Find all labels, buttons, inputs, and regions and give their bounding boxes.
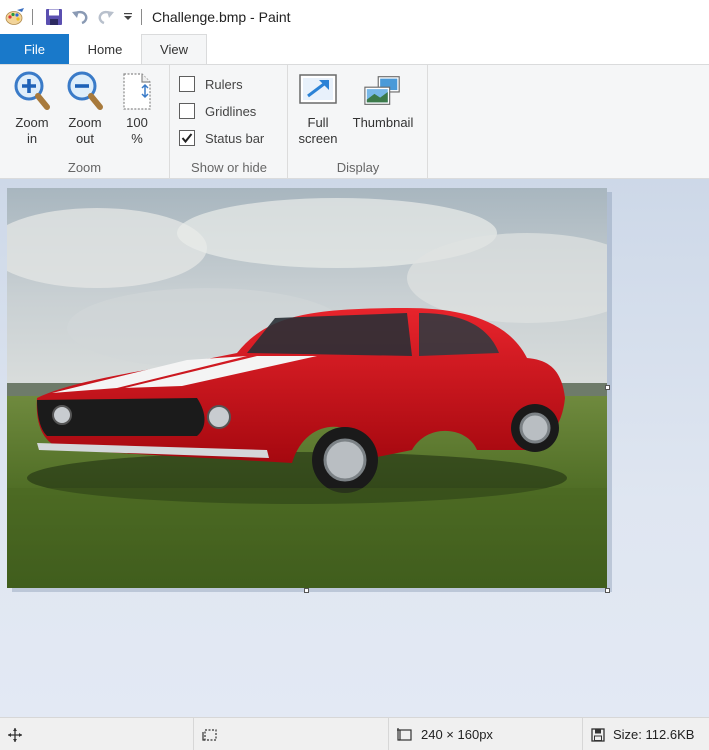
- image-size-icon: [397, 727, 413, 742]
- zoom-group-label: Zoom: [67, 160, 102, 175]
- disk-icon: [591, 727, 605, 742]
- canvas-workspace[interactable]: [0, 179, 709, 717]
- status-bar-label: Status bar: [205, 130, 265, 146]
- status-bar-checkbox[interactable]: Status bar: [179, 130, 264, 146]
- display-group-label: Display: [336, 160, 380, 175]
- thumbnail-label: Thumbnail: [352, 115, 414, 130]
- actual-size-button[interactable]: 100 %: [115, 71, 159, 147]
- actual-size-label-1: 100: [126, 115, 148, 130]
- undo-icon[interactable]: [69, 6, 91, 28]
- full-screen-label-2: screen: [298, 131, 338, 146]
- image-dimensions-text: 240 × 160px: [421, 727, 493, 742]
- status-bar: 240 × 160px Size: 112.6KB: [0, 717, 709, 750]
- display-group: Full screen Thumbnail Display: [289, 65, 428, 179]
- quick-access-toolbar: [0, 0, 148, 34]
- gridlines-checkbox-box[interactable]: [179, 103, 195, 119]
- redo-icon[interactable]: [95, 6, 117, 28]
- thumbnail-icon: [363, 71, 403, 111]
- ribbon-view-panel: Zoom in Zoom out 100 % Zoom Rulers Gridl…: [0, 64, 709, 179]
- zoom-out-icon: [65, 71, 105, 111]
- full-screen-button[interactable]: Full screen: [295, 71, 341, 147]
- paint-app-icon[interactable]: [4, 6, 26, 28]
- canvas-image[interactable]: [7, 188, 607, 588]
- rulers-checkbox-box[interactable]: [179, 76, 195, 92]
- zoom-in-button[interactable]: Zoom in: [9, 71, 55, 147]
- show-hide-group: Rulers Gridlines Status bar Show or hide: [171, 65, 288, 179]
- zoom-in-label-2: in: [26, 131, 38, 146]
- zoom-in-label-1: Zoom: [15, 115, 49, 130]
- zoom-out-label-1: Zoom: [68, 115, 102, 130]
- qa-separator-2: [141, 9, 142, 25]
- full-screen-icon: [298, 71, 338, 111]
- zoom-out-button[interactable]: Zoom out: [62, 71, 108, 147]
- full-screen-label-1: Full: [307, 115, 329, 130]
- rulers-checkbox[interactable]: Rulers: [179, 76, 243, 92]
- window-title: Challenge.bmp - Paint: [152, 9, 291, 25]
- image-dimensions-cell: 240 × 160px: [389, 718, 583, 750]
- zoom-group: Zoom in Zoom out 100 % Zoom: [0, 65, 170, 179]
- selection-icon: [202, 728, 218, 742]
- rulers-label: Rulers: [205, 76, 243, 92]
- checkmark-icon: [181, 133, 193, 144]
- resize-handle-bottom[interactable]: [304, 588, 309, 593]
- tab-home[interactable]: Home: [69, 34, 141, 64]
- thumbnail-button[interactable]: Thumbnail: [345, 71, 421, 131]
- resize-handle-corner[interactable]: [605, 588, 610, 593]
- selection-size-cell: [194, 718, 389, 750]
- save-icon[interactable]: [43, 6, 65, 28]
- status-bar-checkbox-box[interactable]: [179, 130, 195, 146]
- cursor-crosshair-icon: [8, 727, 22, 742]
- qa-separator: [32, 9, 33, 25]
- resize-handle-right[interactable]: [605, 385, 610, 390]
- file-size-text: Size: 112.6KB: [613, 727, 695, 742]
- actual-size-label-2: %: [131, 131, 143, 146]
- tab-file[interactable]: File: [0, 34, 69, 64]
- show-hide-group-label: Show or hide: [191, 160, 267, 175]
- file-size-cell: Size: 112.6KB: [583, 718, 709, 750]
- tab-view[interactable]: View: [141, 34, 207, 64]
- ribbon-tabs: File Home View: [0, 34, 709, 64]
- page-icon: [117, 71, 157, 111]
- gridlines-label: Gridlines: [205, 103, 257, 119]
- customize-toolbar-chevron-down-icon[interactable]: [121, 6, 135, 28]
- title-bar: Challenge.bmp - Paint: [0, 0, 709, 34]
- zoom-in-icon: [12, 71, 52, 111]
- gridlines-checkbox[interactable]: Gridlines: [179, 103, 256, 119]
- cursor-position-cell: [0, 718, 194, 750]
- zoom-out-label-2: out: [75, 131, 95, 146]
- red-car-photo: [7, 188, 607, 588]
